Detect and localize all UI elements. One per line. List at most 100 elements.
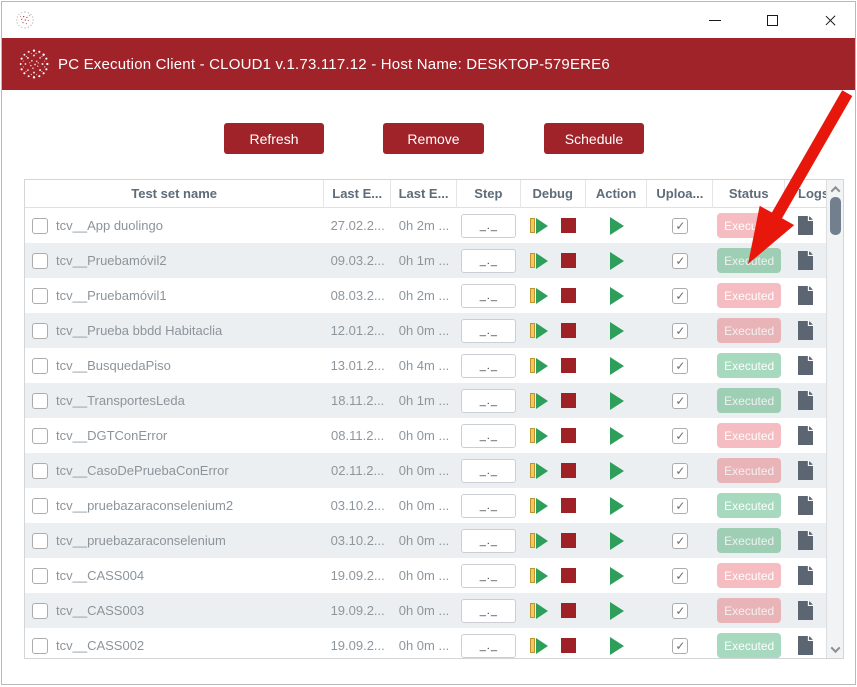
row-select-checkbox[interactable] [32, 253, 48, 269]
debug-run-icon[interactable] [530, 393, 548, 409]
schedule-button[interactable]: Schedule [544, 123, 644, 154]
refresh-button[interactable]: Refresh [224, 123, 324, 154]
stop-icon[interactable] [561, 498, 576, 513]
play-icon[interactable] [610, 602, 624, 620]
step-input[interactable] [461, 214, 516, 238]
file-document-icon[interactable] [798, 566, 814, 585]
step-input[interactable] [461, 249, 516, 273]
file-document-icon[interactable] [798, 496, 814, 515]
row-select-checkbox[interactable] [32, 323, 48, 339]
row-select-checkbox[interactable] [32, 393, 48, 409]
close-button[interactable] [816, 6, 845, 35]
stop-icon[interactable] [561, 288, 576, 303]
upload-checkbox[interactable]: ✓ [672, 533, 688, 549]
play-icon[interactable] [610, 567, 624, 585]
upload-checkbox[interactable]: ✓ [672, 393, 688, 409]
row-select-checkbox[interactable] [32, 358, 48, 374]
debug-run-icon[interactable] [530, 533, 548, 549]
debug-run-icon[interactable] [530, 218, 548, 234]
debug-run-icon[interactable] [530, 253, 548, 269]
upload-checkbox[interactable]: ✓ [672, 253, 688, 269]
column-header-3[interactable]: Step [457, 180, 521, 208]
upload-checkbox[interactable]: ✓ [672, 288, 688, 304]
stop-icon[interactable] [561, 428, 576, 443]
file-document-icon[interactable] [798, 531, 814, 550]
step-input[interactable] [461, 564, 516, 588]
stop-icon[interactable] [561, 323, 576, 338]
file-document-icon[interactable] [798, 601, 814, 620]
upload-checkbox[interactable]: ✓ [672, 218, 688, 234]
play-icon[interactable] [610, 497, 624, 515]
debug-run-icon[interactable] [530, 428, 548, 444]
upload-checkbox[interactable]: ✓ [672, 323, 688, 339]
play-icon[interactable] [610, 322, 624, 340]
file-document-icon[interactable] [798, 321, 814, 340]
upload-checkbox[interactable]: ✓ [672, 358, 688, 374]
play-icon[interactable] [610, 217, 624, 235]
scroll-down-button[interactable] [827, 641, 843, 657]
step-input[interactable] [461, 389, 516, 413]
row-select-checkbox[interactable] [32, 428, 48, 444]
maximize-button[interactable] [758, 6, 787, 35]
play-icon[interactable] [610, 287, 624, 305]
file-document-icon[interactable] [798, 461, 814, 480]
step-input[interactable] [461, 634, 516, 658]
step-input[interactable] [461, 319, 516, 343]
scroll-up-button[interactable] [827, 181, 843, 197]
debug-run-icon[interactable] [530, 288, 548, 304]
row-select-checkbox[interactable] [32, 218, 48, 234]
debug-run-icon[interactable] [530, 358, 548, 374]
step-input[interactable] [461, 529, 516, 553]
stop-icon[interactable] [561, 218, 576, 233]
step-input[interactable] [461, 459, 516, 483]
file-document-icon[interactable] [798, 636, 814, 655]
row-select-checkbox[interactable] [32, 463, 48, 479]
stop-icon[interactable] [561, 253, 576, 268]
column-header-4[interactable]: Debug [521, 180, 586, 208]
remove-button[interactable]: Remove [383, 123, 484, 154]
file-document-icon[interactable] [798, 286, 814, 305]
step-input[interactable] [461, 599, 516, 623]
upload-checkbox[interactable]: ✓ [672, 603, 688, 619]
step-input[interactable] [461, 284, 516, 308]
column-header-6[interactable]: Uploa... [647, 180, 713, 208]
row-select-checkbox[interactable] [32, 533, 48, 549]
step-input[interactable] [461, 354, 516, 378]
upload-checkbox[interactable]: ✓ [672, 568, 688, 584]
debug-run-icon[interactable] [530, 603, 548, 619]
file-document-icon[interactable] [798, 251, 814, 270]
stop-icon[interactable] [561, 603, 576, 618]
stop-icon[interactable] [561, 358, 576, 373]
file-document-icon[interactable] [798, 216, 814, 235]
debug-run-icon[interactable] [530, 498, 548, 514]
debug-run-icon[interactable] [530, 323, 548, 339]
play-icon[interactable] [610, 532, 624, 550]
play-icon[interactable] [610, 462, 624, 480]
play-icon[interactable] [610, 427, 624, 445]
column-header-7[interactable]: Status [713, 180, 785, 208]
play-icon[interactable] [610, 357, 624, 375]
debug-run-icon[interactable] [530, 463, 548, 479]
row-select-checkbox[interactable] [32, 288, 48, 304]
play-icon[interactable] [610, 252, 624, 270]
column-header-2[interactable]: Last E... [391, 180, 457, 208]
step-input[interactable] [461, 424, 516, 448]
minimize-button[interactable] [700, 6, 729, 35]
stop-icon[interactable] [561, 533, 576, 548]
upload-checkbox[interactable]: ✓ [672, 638, 688, 654]
vertical-scrollbar[interactable] [826, 180, 843, 658]
file-document-icon[interactable] [798, 426, 814, 445]
row-select-checkbox[interactable] [32, 568, 48, 584]
column-header-5[interactable]: Action [586, 180, 648, 208]
row-select-checkbox[interactable] [32, 638, 48, 654]
step-input[interactable] [461, 494, 516, 518]
stop-icon[interactable] [561, 638, 576, 653]
row-select-checkbox[interactable] [32, 603, 48, 619]
upload-checkbox[interactable]: ✓ [672, 463, 688, 479]
column-header-0[interactable]: Test set name [25, 180, 324, 208]
play-icon[interactable] [610, 637, 624, 655]
stop-icon[interactable] [561, 393, 576, 408]
file-document-icon[interactable] [798, 391, 814, 410]
stop-icon[interactable] [561, 463, 576, 478]
file-document-icon[interactable] [798, 356, 814, 375]
